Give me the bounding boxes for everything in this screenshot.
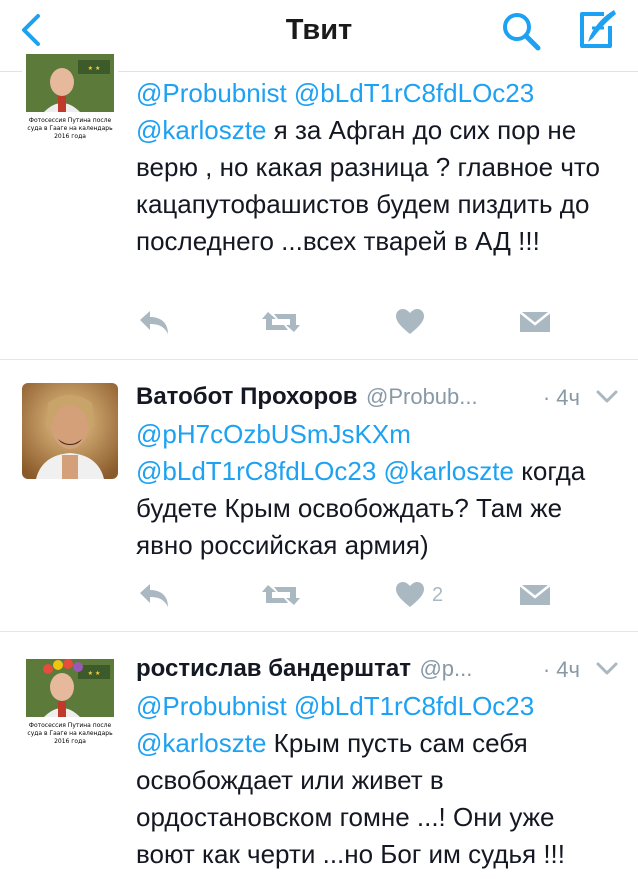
reply-icon xyxy=(140,311,168,334)
avatar-image: ★ ★ Фотосессия Путина после суда в Гааге… xyxy=(22,50,118,146)
tweet-header: ростислав бандерштат @p... · 4ч xyxy=(136,655,626,687)
tweet-text: @pH7cOzbUSmJsKXm @bLdT1rC8fdLOc23 @karlo… xyxy=(136,416,616,564)
heart-icon xyxy=(396,309,424,334)
avatar-image: ★ ★ Фотосессия Путина после суда в Гааге… xyxy=(22,655,118,751)
tweet-mentions[interactable]: @pH7cOzbUSmJsKXm @bLdT1rC8fdLOc23 @karlo… xyxy=(136,419,514,486)
chevron-down-icon[interactable] xyxy=(594,659,620,679)
tweet-time: · 4ч xyxy=(542,657,580,682)
tweet-time: · 4ч xyxy=(542,385,580,410)
avatar[interactable] xyxy=(22,383,118,479)
svg-text:Фотосессия Путина после: Фотосессия Путина после xyxy=(29,117,112,124)
avatar-caption-line: Фотосессия Путина после xyxy=(29,722,112,729)
svg-text:суда в Гааге на календарь: суда в Гааге на календарь xyxy=(27,125,113,132)
retweet-button[interactable] xyxy=(260,575,302,615)
chevron-down-icon[interactable] xyxy=(594,387,620,407)
author-handle[interactable]: @Probub... xyxy=(366,384,478,409)
svg-text:суда в Гааге на календарь: суда в Гааге на календарь xyxy=(27,730,113,737)
direct-message-button[interactable] xyxy=(518,575,552,615)
svg-text:2016 года: 2016 года xyxy=(54,133,86,140)
compose-tweet-icon[interactable] xyxy=(574,6,620,52)
tweet-actions xyxy=(136,302,576,342)
tweet-header: Ватобот Прохоров @Probub... · 4ч xyxy=(136,383,626,415)
tweet-card[interactable]: ★ ★ Фотосессия Путина после суда в Гааге… xyxy=(0,50,638,360)
tweet-card[interactable]: Ватобот Прохоров @Probub... · 4ч @pH7cOz… xyxy=(0,361,638,632)
avatar-image xyxy=(22,383,118,479)
like-count: 2 xyxy=(432,583,444,606)
svg-text:★ ★: ★ ★ xyxy=(88,670,101,677)
envelope-icon xyxy=(519,311,551,332)
avatar[interactable]: ★ ★ Фотосессия Путина после суда в Гааге… xyxy=(22,50,118,146)
tweet-text: @Probubnist @bLdT1rC8fdLOc23 @karloszte … xyxy=(136,75,616,260)
tweet-actions: 2 xyxy=(136,575,576,615)
tweet-text: @Probubnist @bLdT1rC8fdLOc23 @karloszte … xyxy=(136,688,616,873)
search-icon[interactable] xyxy=(498,8,544,54)
retweet-button[interactable] xyxy=(260,302,302,342)
tweet-card[interactable]: ★ ★ Фотосессия Путина после суда в Гааге… xyxy=(0,633,638,879)
avatar[interactable]: ★ ★ Фотосессия Путина после суда в Гааге… xyxy=(22,655,118,751)
author-handle[interactable]: @p... xyxy=(419,656,472,681)
reply-icon xyxy=(140,584,168,607)
svg-text:2016 года: 2016 года xyxy=(54,738,86,745)
author-name[interactable]: Ватобот Прохоров xyxy=(136,383,358,410)
retweet-icon xyxy=(262,585,300,605)
like-button[interactable] xyxy=(394,302,432,342)
author-name[interactable]: ростислав бандерштат xyxy=(136,655,411,682)
reply-button[interactable] xyxy=(136,302,172,342)
reply-button[interactable] xyxy=(136,575,172,615)
like-button[interactable]: 2 xyxy=(394,575,443,615)
envelope-icon xyxy=(519,584,551,605)
direct-message-button[interactable] xyxy=(518,302,552,342)
svg-text:★ ★: ★ ★ xyxy=(88,65,101,72)
heart-icon xyxy=(396,582,424,607)
retweet-icon xyxy=(262,312,300,332)
